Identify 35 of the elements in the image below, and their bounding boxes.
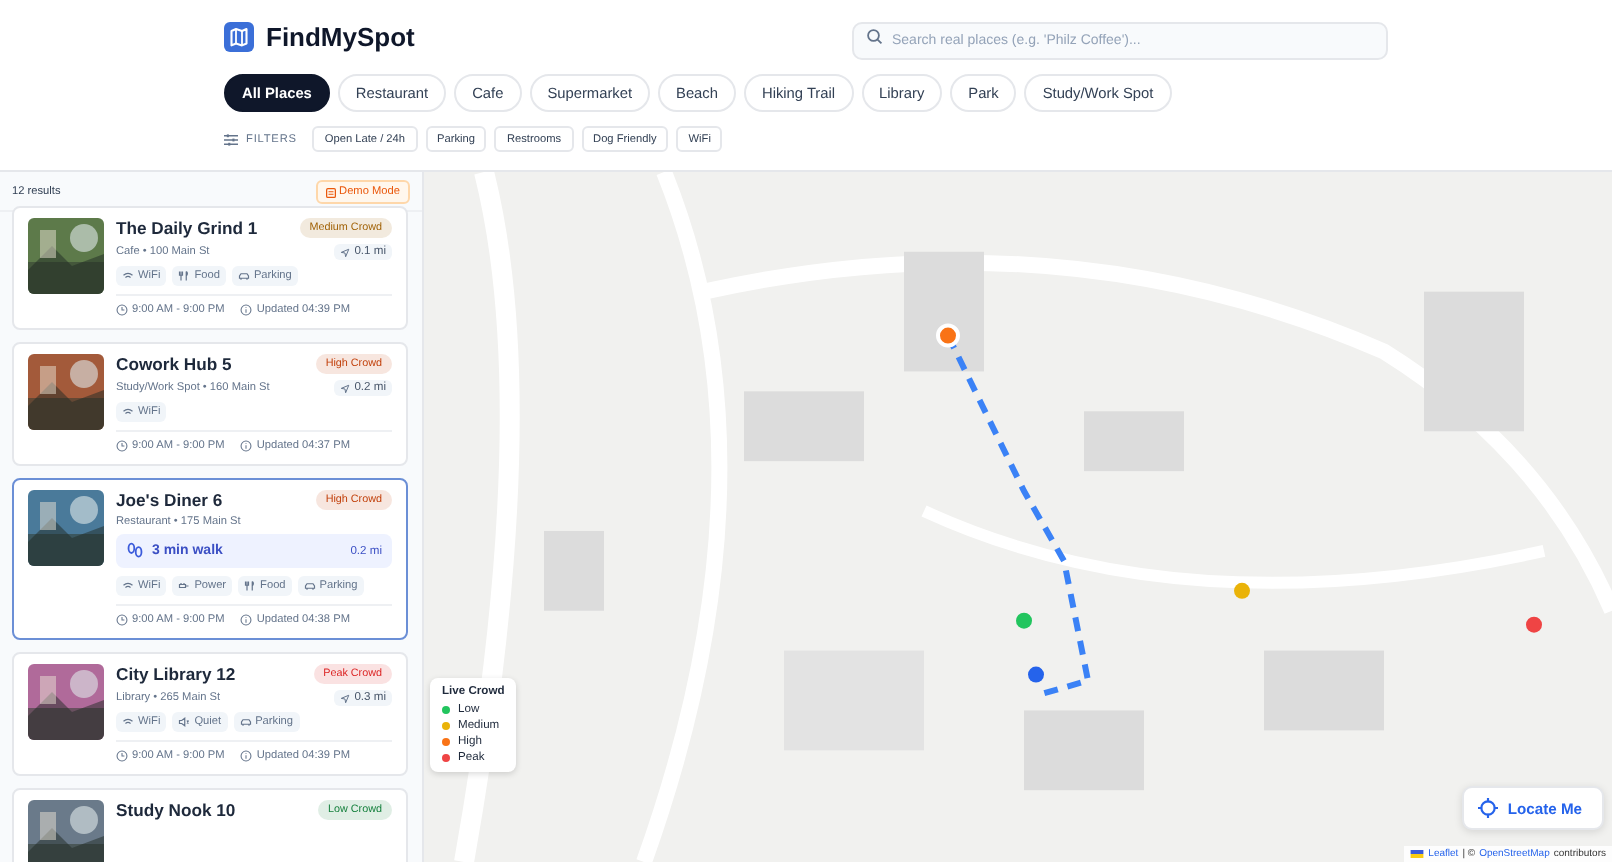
wifi-icon <box>122 406 134 418</box>
filter-icon <box>224 133 238 145</box>
clock-icon <box>116 750 128 762</box>
list-icon <box>325 187 336 197</box>
place-name: City Library 12 <box>116 664 236 684</box>
food-icon <box>178 270 191 282</box>
navigation-arrow-icon <box>340 383 351 393</box>
place-name: The Daily Grind 1 <box>116 218 258 238</box>
footsteps-icon <box>126 542 144 560</box>
wifi-icon <box>122 580 134 592</box>
app-title: FindMySpot <box>266 21 415 51</box>
navigation-arrow-icon <box>340 693 351 703</box>
wifi-icon <box>122 270 134 282</box>
wifi-icon <box>122 716 134 728</box>
power-icon <box>178 580 191 592</box>
parking-icon <box>303 580 316 592</box>
place-name: Joe's Diner 6 <box>116 490 223 510</box>
flag-icon <box>1410 850 1425 858</box>
clock-icon <box>116 614 128 626</box>
navigation-arrow-icon <box>340 247 351 257</box>
crosshair-icon <box>1477 798 1498 818</box>
map-logo-icon <box>224 21 254 51</box>
quiet-icon <box>178 716 191 728</box>
place-name: Cowork Hub 5 <box>116 354 232 374</box>
parking-icon <box>237 270 250 282</box>
clock-icon <box>116 440 128 452</box>
clock-icon <box>116 304 128 316</box>
info-icon <box>240 440 253 452</box>
food-icon <box>244 580 257 592</box>
place-name: Study Nook 10 <box>116 800 236 820</box>
info-icon <box>240 750 253 762</box>
search-icon <box>866 27 884 45</box>
parking-icon <box>239 716 252 728</box>
info-icon <box>240 614 253 626</box>
info-icon <box>240 304 253 316</box>
